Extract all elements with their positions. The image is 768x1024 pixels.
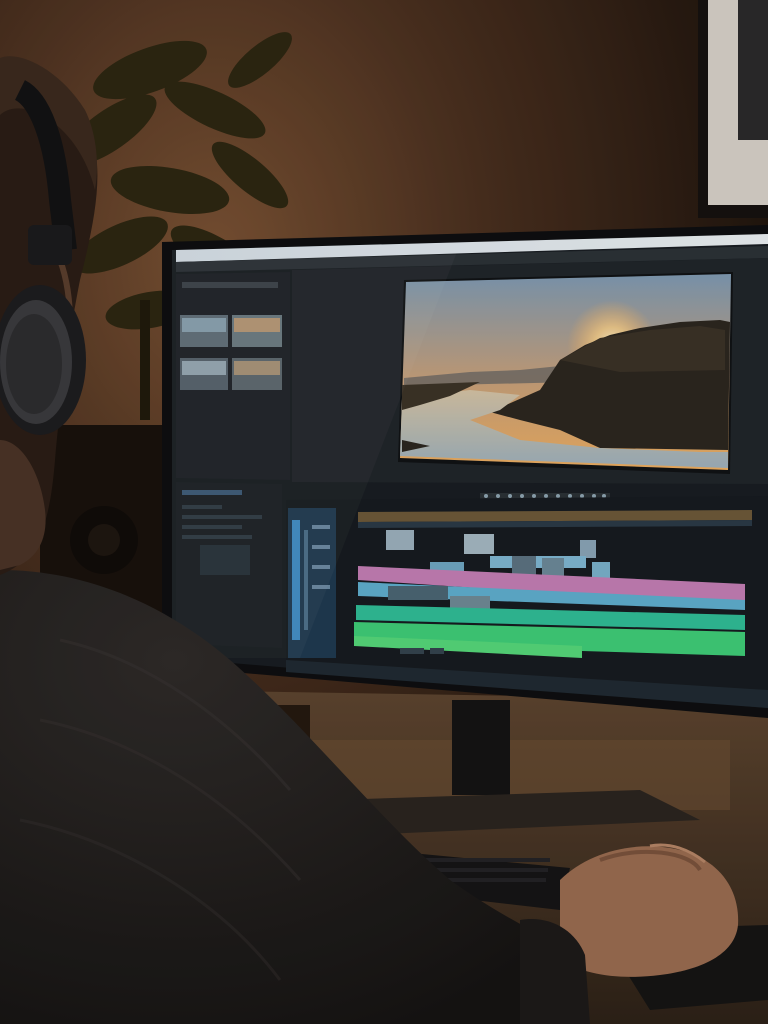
- photo-scene: [0, 0, 768, 1024]
- scene-svg: [0, 0, 768, 1024]
- vignette: [0, 0, 768, 1024]
